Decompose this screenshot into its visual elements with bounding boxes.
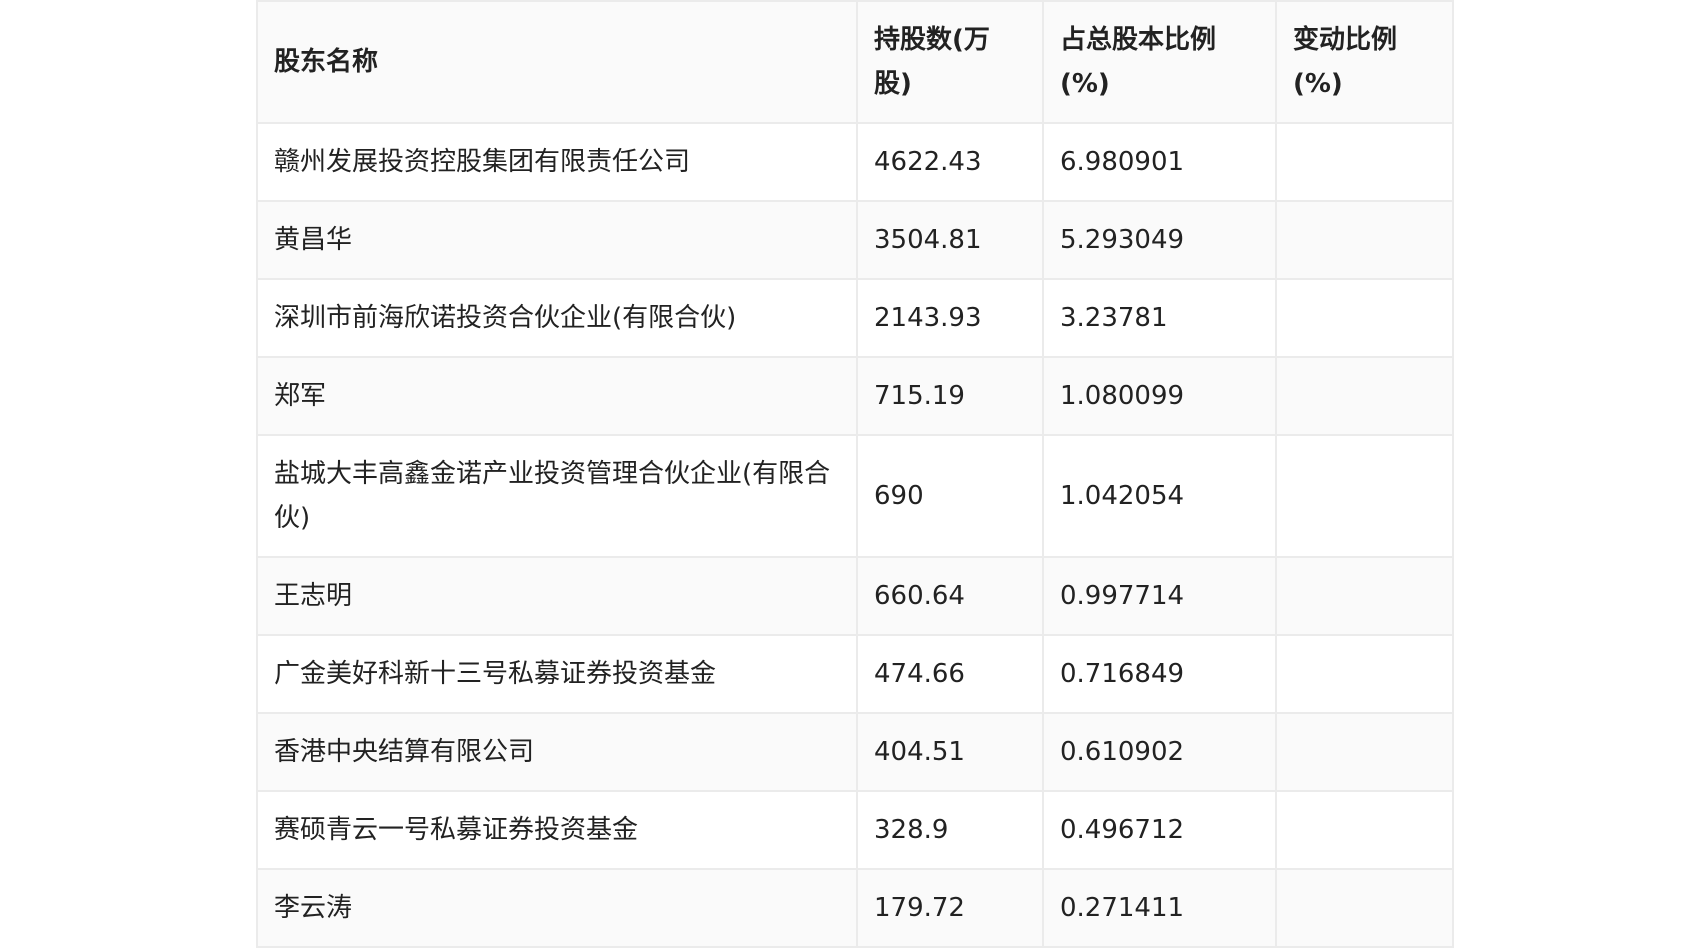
cell-change-ratio bbox=[1275, 790, 1454, 870]
header-share-percentage: 占总股本比例(%) bbox=[1042, 0, 1277, 124]
cell-shares-held: 474.66 bbox=[856, 634, 1044, 714]
cell-shares-held: 690 bbox=[856, 434, 1044, 558]
cell-shares-held: 4622.43 bbox=[856, 122, 1044, 202]
header-shareholder-name: 股东名称 bbox=[256, 0, 858, 124]
cell-shares-held: 715.19 bbox=[856, 356, 1044, 436]
table-row: 郑军 715.19 1.080099 bbox=[256, 356, 1454, 436]
cell-change-ratio bbox=[1275, 356, 1454, 436]
cell-shareholder-name: 盐城大丰高鑫金诺产业投资管理合伙企业(有限合伙) bbox=[256, 434, 858, 558]
cell-share-percentage: 1.042054 bbox=[1042, 434, 1277, 558]
cell-share-percentage: 1.080099 bbox=[1042, 356, 1277, 436]
table-row: 香港中央结算有限公司 404.51 0.610902 bbox=[256, 712, 1454, 792]
cell-shareholder-name: 王志明 bbox=[256, 556, 858, 636]
cell-shareholder-name: 李云涛 bbox=[256, 868, 858, 948]
table-row: 深圳市前海欣诺投资合伙企业(有限合伙) 2143.93 3.23781 bbox=[256, 278, 1454, 358]
cell-shareholder-name: 赛硕青云一号私募证券投资基金 bbox=[256, 790, 858, 870]
cell-shares-held: 660.64 bbox=[856, 556, 1044, 636]
cell-share-percentage: 0.997714 bbox=[1042, 556, 1277, 636]
cell-share-percentage: 0.610902 bbox=[1042, 712, 1277, 792]
table-row: 王志明 660.64 0.997714 bbox=[256, 556, 1454, 636]
table-row: 赣州发展投资控股集团有限责任公司 4622.43 6.980901 bbox=[256, 122, 1454, 202]
cell-shares-held: 179.72 bbox=[856, 868, 1044, 948]
table-row: 盐城大丰高鑫金诺产业投资管理合伙企业(有限合伙) 690 1.042054 bbox=[256, 434, 1454, 558]
cell-shareholder-name: 黄昌华 bbox=[256, 200, 858, 280]
table-row: 广金美好科新十三号私募证券投资基金 474.66 0.716849 bbox=[256, 634, 1454, 714]
cell-shareholder-name: 深圳市前海欣诺投资合伙企业(有限合伙) bbox=[256, 278, 858, 358]
cell-change-ratio bbox=[1275, 200, 1454, 280]
cell-share-percentage: 5.293049 bbox=[1042, 200, 1277, 280]
shareholders-table: 股东名称 持股数(万股) 占总股本比例(%) 变动比例(%) 赣州发展投资控股集… bbox=[256, 0, 1454, 948]
cell-shares-held: 404.51 bbox=[856, 712, 1044, 792]
cell-shares-held: 3504.81 bbox=[856, 200, 1044, 280]
table-row: 黄昌华 3504.81 5.293049 bbox=[256, 200, 1454, 280]
cell-change-ratio bbox=[1275, 634, 1454, 714]
cell-change-ratio bbox=[1275, 712, 1454, 792]
cell-change-ratio bbox=[1275, 122, 1454, 202]
cell-share-percentage: 0.271411 bbox=[1042, 868, 1277, 948]
cell-shareholder-name: 赣州发展投资控股集团有限责任公司 bbox=[256, 122, 858, 202]
table-row: 赛硕青云一号私募证券投资基金 328.9 0.496712 bbox=[256, 790, 1454, 870]
cell-share-percentage: 0.716849 bbox=[1042, 634, 1277, 714]
cell-shareholder-name: 郑军 bbox=[256, 356, 858, 436]
cell-change-ratio bbox=[1275, 556, 1454, 636]
cell-change-ratio bbox=[1275, 434, 1454, 558]
cell-shares-held: 328.9 bbox=[856, 790, 1044, 870]
header-change-ratio: 变动比例(%) bbox=[1275, 0, 1454, 124]
cell-share-percentage: 0.496712 bbox=[1042, 790, 1277, 870]
table-header-row: 股东名称 持股数(万股) 占总股本比例(%) 变动比例(%) bbox=[256, 0, 1454, 124]
cell-change-ratio bbox=[1275, 278, 1454, 358]
cell-share-percentage: 3.23781 bbox=[1042, 278, 1277, 358]
cell-change-ratio bbox=[1275, 868, 1454, 948]
cell-shareholder-name: 广金美好科新十三号私募证券投资基金 bbox=[256, 634, 858, 714]
cell-shares-held: 2143.93 bbox=[856, 278, 1044, 358]
header-shares-held: 持股数(万股) bbox=[856, 0, 1044, 124]
table-row: 李云涛 179.72 0.271411 bbox=[256, 868, 1454, 948]
cell-share-percentage: 6.980901 bbox=[1042, 122, 1277, 202]
cell-shareholder-name: 香港中央结算有限公司 bbox=[256, 712, 858, 792]
